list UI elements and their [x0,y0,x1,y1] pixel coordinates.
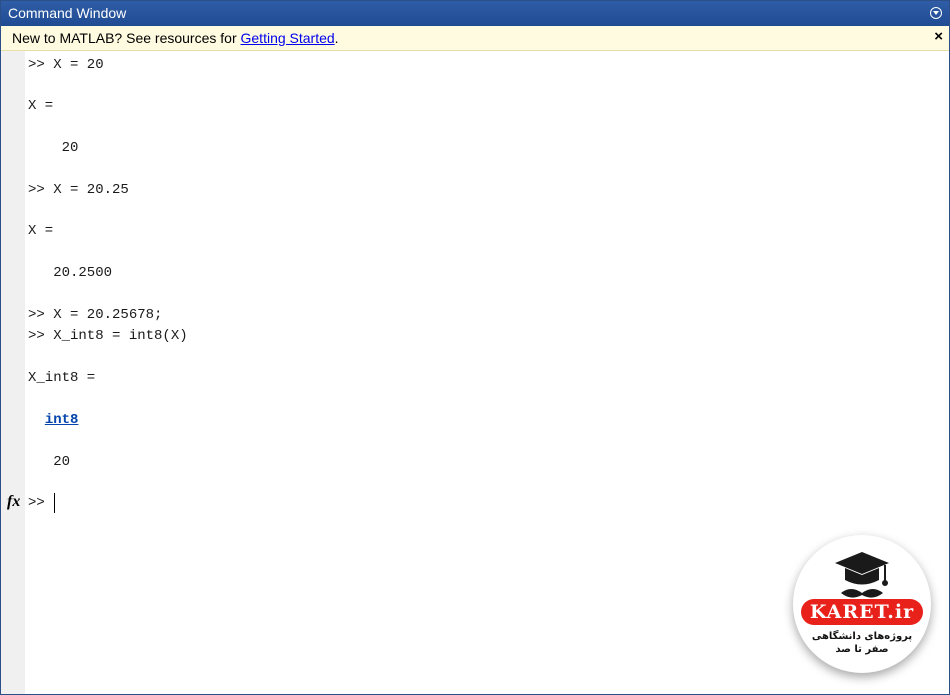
console-line: >> X_int8 = int8(X) [28,328,188,344]
console-line: 20 [28,454,71,470]
console-gutter [1,51,25,694]
watermark-tagline: پروژه‌های دانشگاهی صفر تا صد [811,631,913,655]
watermark-brand: KARET.ir [809,601,915,623]
console-line: >> X = 20.25678; [28,307,163,323]
int8-class-link[interactable]: int8 [45,412,79,428]
banner-close-icon[interactable]: × [934,25,943,49]
window-menu-icon[interactable] [930,7,942,19]
console-line: >> X = 20 [28,57,104,73]
command-prompt[interactable]: >> [28,494,53,512]
karet-watermark-logo: KARET.ir پروژه‌های دانشگاهی صفر تا صد [793,535,931,673]
getting-started-link[interactable]: Getting Started [241,30,335,46]
console-line: 20 [28,140,79,156]
console-line: X = [28,98,54,114]
text-cursor [54,493,55,513]
title-bar: Command Window [1,1,949,26]
console-line: >> X = 20.25 [28,182,129,198]
banner-suffix: . [334,30,339,46]
window-title: Command Window [8,5,127,21]
console-line: 20.2500 [28,265,113,281]
getting-started-banner: New to MATLAB? See resources for Getting… [1,26,949,51]
console-line: int8 [28,411,79,429]
banner-prefix: New to MATLAB? See resources for [12,30,241,46]
banner-text: New to MATLAB? See resources for Getting… [12,26,339,50]
console-line: X_int8 = [28,370,96,386]
function-browser-icon[interactable]: fx [7,493,20,511]
console-line: X = [28,223,54,239]
